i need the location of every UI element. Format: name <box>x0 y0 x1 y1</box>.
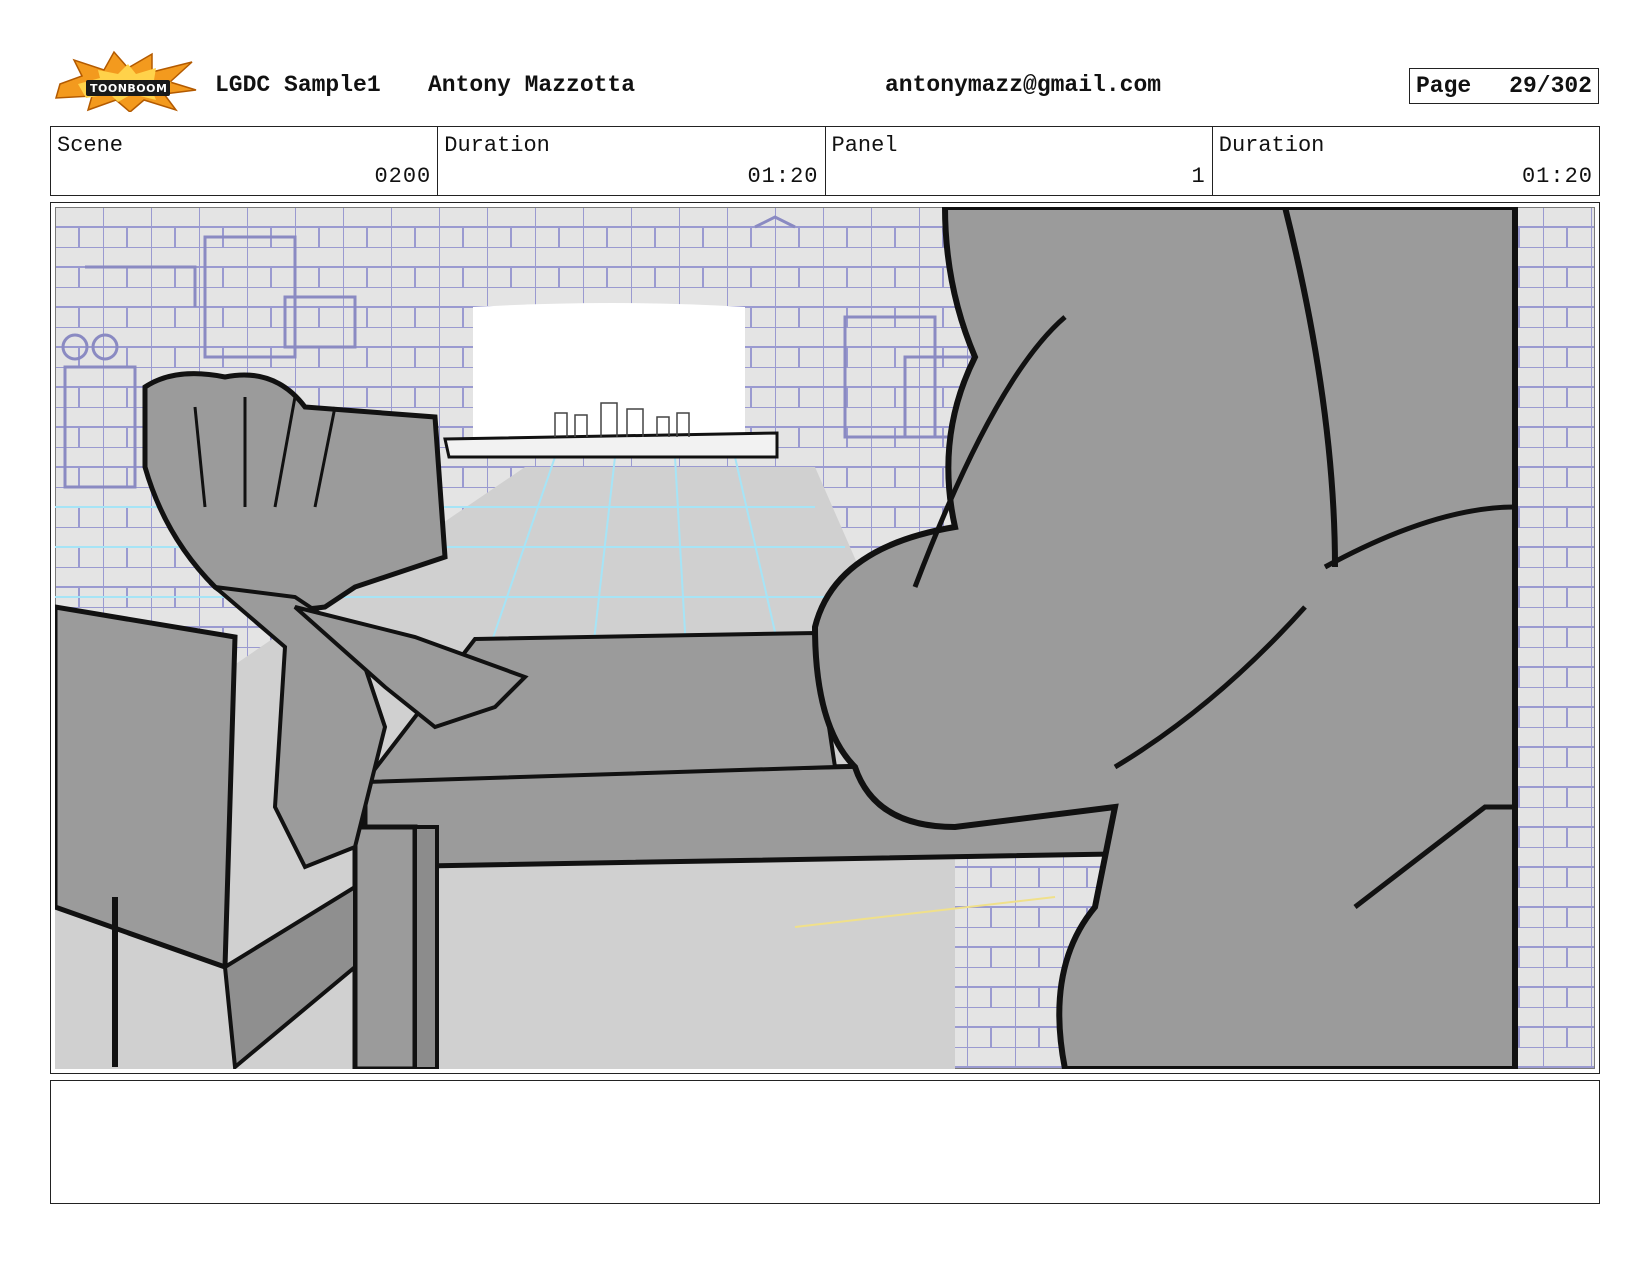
display-screen <box>473 303 745 445</box>
scene-value: 0200 <box>374 164 432 189</box>
panel-duration-label: Duration <box>1218 133 1325 158</box>
panel-notes <box>50 1080 1600 1204</box>
page-value: 29/302 <box>1509 73 1592 99</box>
storyboard-panel <box>50 202 1600 1074</box>
scene-label: Scene <box>57 133 124 158</box>
logo-text: TOONBOOM <box>90 82 168 95</box>
scene-duration-label: Duration <box>444 133 550 158</box>
scene-duration-cell: Duration 01:20 <box>438 127 826 195</box>
panel-value: 1 <box>1191 164 1206 189</box>
scene-info-table: Scene 0200 Duration 01:20 Panel 1 Durati… <box>50 126 1600 196</box>
page-label: Page <box>1416 73 1472 99</box>
author-email: antonymazz@gmail.com <box>885 72 1162 98</box>
scene-cell: Scene 0200 <box>51 127 439 195</box>
page-indicator: Page 29/302 <box>1409 68 1599 104</box>
project-name: LGDC Sample1 <box>215 72 381 98</box>
logo-burst-icon <box>54 50 197 113</box>
stage-platform <box>443 431 779 459</box>
panel-cell: Panel 1 <box>826 127 1213 195</box>
storyboard-sketch <box>55 207 1595 1069</box>
scene-duration-value: 01:20 <box>747 164 819 189</box>
panel-duration-value: 01:20 <box>1521 164 1593 189</box>
author-name: Antony Mazzotta <box>428 72 636 98</box>
panel-duration-cell: Duration 01:20 <box>1213 127 1599 195</box>
panel-label: Panel <box>831 133 898 158</box>
toonboom-logo: TOONBOOM <box>52 50 198 113</box>
